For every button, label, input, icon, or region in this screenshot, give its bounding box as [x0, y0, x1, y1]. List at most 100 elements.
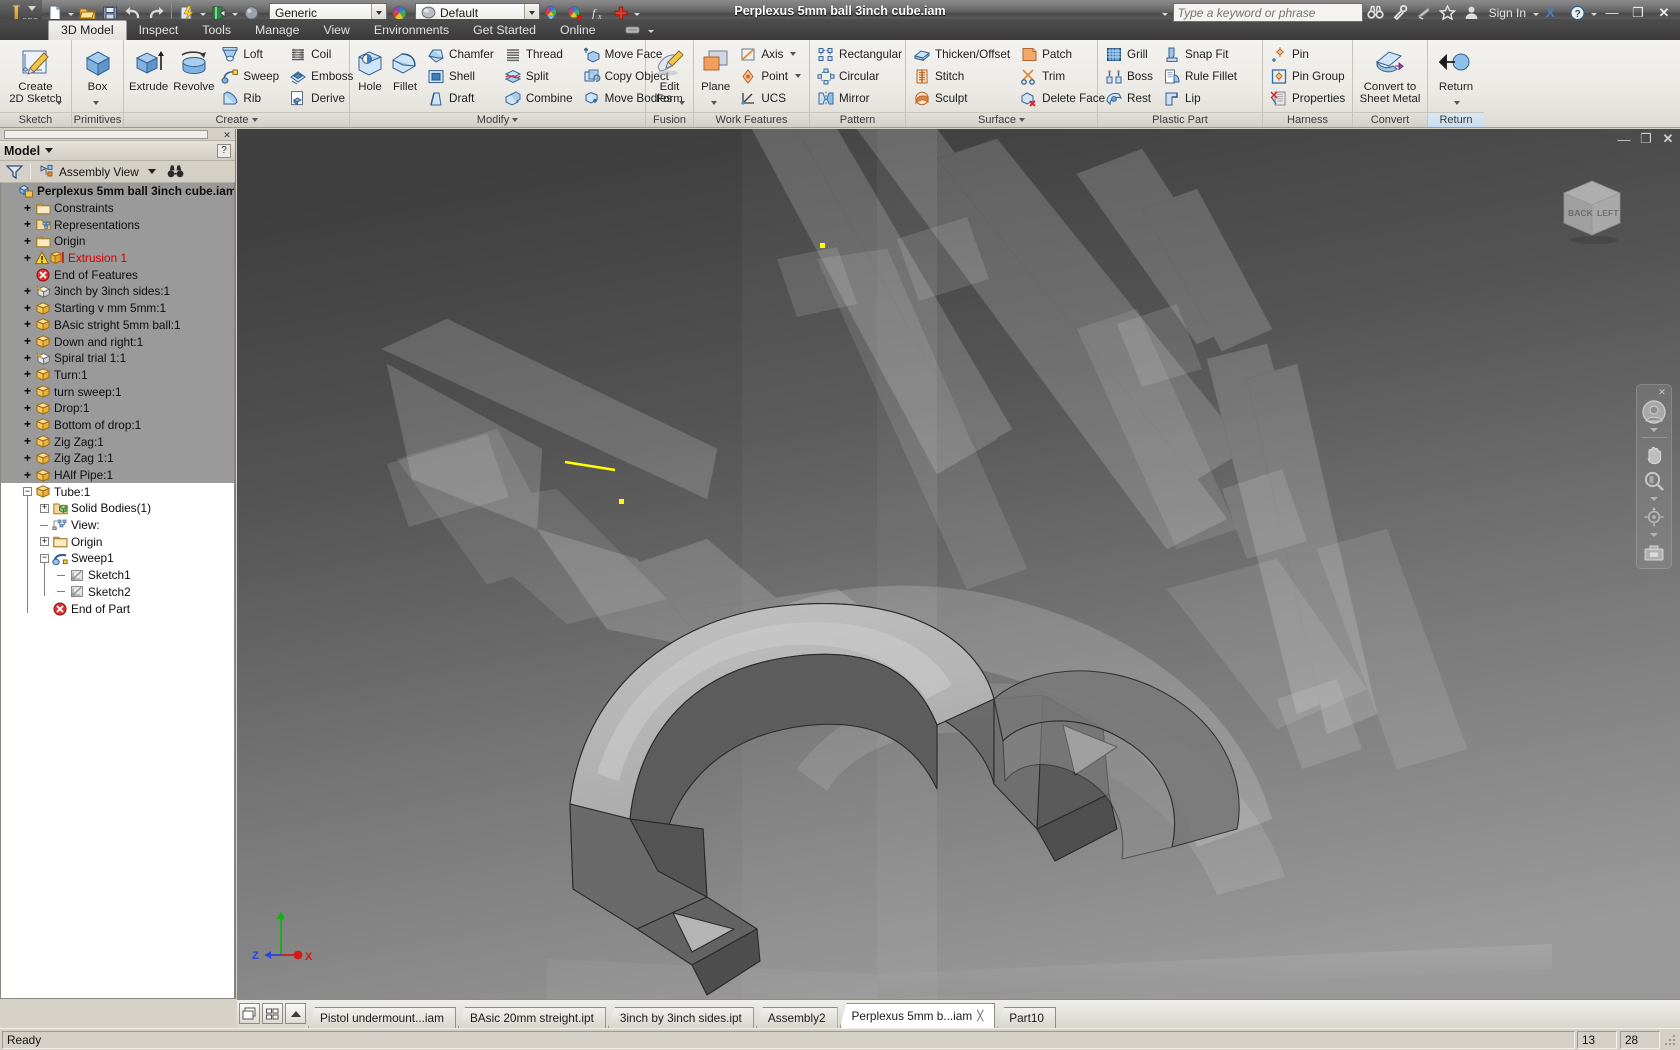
return-button[interactable]: Return [1431, 43, 1481, 109]
gfx-close-button[interactable]: ✕ [1660, 131, 1676, 147]
orbit-dropdown[interactable] [1639, 531, 1669, 539]
tree-item-turn-1[interactable]: + Turn:1 [1, 366, 234, 384]
tree-item-zig-zag-1-1[interactable]: + Zig Zag 1:1 [1, 450, 234, 467]
sweep-button[interactable]: Sweep [217, 65, 284, 87]
lip-button[interactable]: Lip [1159, 87, 1242, 109]
draft-button[interactable]: Draft [423, 87, 499, 109]
pin-button[interactable]: Pin [1266, 43, 1350, 65]
tree-item-tube-1[interactable]: − Tube:1 [1, 483, 234, 500]
sign-in-button[interactable]: Sign In [1485, 6, 1530, 20]
tree-item-solid-bodies-1[interactable]: + Solid Bodies(1) [1, 500, 234, 517]
gfx-minimize-button[interactable]: — [1616, 131, 1632, 147]
help-key-icon[interactable] [1389, 2, 1411, 23]
zoom-dropdown[interactable] [1639, 495, 1669, 503]
work-plane-caret[interactable] [711, 101, 718, 105]
tree-item-sketch1[interactable]: Sketch1 [1, 567, 234, 584]
tree-expand-plus-icon[interactable]: + [22, 218, 33, 230]
harness-properties-button[interactable]: Properties [1266, 87, 1350, 109]
tree-expand-plus-icon[interactable]: + [22, 252, 33, 264]
minimize-window-button[interactable]: — [1600, 2, 1624, 24]
document-tab-pistol[interactable]: Pistol undermount...iam [308, 1007, 456, 1028]
extrude-button[interactable]: Extrude [127, 43, 170, 109]
thicken-offset-button[interactable]: Thicken/Offset [909, 43, 1015, 65]
navbar-close-icon[interactable]: ✕ [1657, 388, 1667, 398]
pin-group-button[interactable]: Pin Group [1266, 65, 1350, 87]
document-tab-perplexus[interactable]: Perplexus 5mm b...iam ╳ [839, 1003, 996, 1028]
box-primitive-button[interactable]: Box [75, 43, 120, 109]
work-axis-button[interactable]: Axis [735, 43, 806, 65]
qat-position-dropdown[interactable] [1161, 2, 1169, 23]
tree-item-perplexus-5mm-ball-3inch-cube-iam[interactable]: Perplexus 5mm ball 3inch cube.iam [1, 183, 234, 200]
gfx-restore-button[interactable]: ❐ [1638, 131, 1654, 147]
rectangular-pattern-button[interactable]: Rectangular [813, 43, 907, 65]
delete-face-button[interactable]: Delete Face [1016, 87, 1110, 109]
arrange-grid-icon[interactable] [262, 1003, 283, 1024]
assembly-view-selector[interactable]: Assembly View [37, 163, 158, 180]
tree-expand-plus-icon[interactable]: + [22, 452, 33, 464]
tree-item-3inch-by-3inch-sides-1[interactable]: +3inch by 3inch sides:1 [1, 283, 234, 300]
search-input[interactable] [1172, 3, 1363, 22]
return-caret[interactable] [1454, 101, 1460, 105]
tree-expand-plus-icon[interactable]: + [22, 368, 33, 380]
scroll-tabs-up-icon[interactable] [285, 1003, 306, 1024]
tree-item-view[interactable]: View: [1, 517, 234, 534]
tab-environments[interactable]: Environments [362, 21, 461, 40]
tab-manage[interactable]: Manage [243, 21, 311, 40]
zoom-magnifier-button[interactable] [1639, 468, 1669, 494]
ribbon-display-dropdown[interactable] [647, 19, 655, 40]
combine-button[interactable]: Combine [500, 87, 578, 109]
tree-item-starting-v-mm-5mm-1[interactable]: + Starting v mm 5mm:1 [1, 299, 234, 317]
thread-button[interactable]: Thread [500, 43, 578, 65]
hole-button[interactable]: Hole [353, 43, 387, 109]
help-icon[interactable]: ? [1566, 2, 1588, 23]
split-button[interactable]: Split [500, 65, 578, 87]
fillet-button[interactable]: Fillet [388, 43, 422, 109]
restore-window-button[interactable]: ❐ [1626, 2, 1650, 24]
resize-grip[interactable] [1663, 1033, 1677, 1047]
document-tab-3inch-sides[interactable]: 3inch by 3inch sides.ipt [607, 1007, 754, 1028]
tree-expand-plus-icon[interactable]: + [22, 302, 33, 314]
tree-expand-plus-icon[interactable]: + [22, 235, 33, 247]
tree-expand-box-plus-icon[interactable]: + [39, 536, 50, 547]
tree-item-sketch2[interactable]: Sketch2 [1, 584, 234, 601]
assembly-view-dropdown-icon[interactable] [147, 169, 156, 174]
document-tab-assembly2[interactable]: Assembly2 [755, 1007, 838, 1028]
coil-button[interactable]: Coil [285, 43, 358, 65]
pan-hand-button[interactable] [1639, 441, 1669, 467]
favorites-star-icon[interactable] [1437, 2, 1459, 23]
edit-form-button[interactable]: Edit Form [649, 43, 690, 109]
work-point-caret[interactable] [795, 74, 801, 78]
browser-horizontal-scrollbar[interactable]: ✕ [0, 129, 235, 141]
tree-expand-plus-icon[interactable]: + [22, 469, 33, 481]
tree-item-representations[interactable]: + Representations [1, 216, 234, 234]
orbit-button[interactable] [1639, 504, 1669, 530]
rule-fillet-button[interactable]: Rule Fillet [1159, 65, 1242, 87]
circular-pattern-button[interactable]: Circular [813, 65, 907, 87]
tree-item-origin[interactable]: + Origin [1, 233, 234, 250]
search-binoculars-icon[interactable] [1365, 2, 1387, 23]
tree-expand-plus-icon[interactable]: + [22, 352, 33, 364]
tab-tools[interactable]: Tools [190, 21, 243, 40]
document-tab-basic-20mm[interactable]: BAsic 20mm streight.ipt [457, 1007, 606, 1028]
work-plane-button[interactable]: Plane [697, 43, 734, 109]
emboss-button[interactable]: Emboss [285, 65, 358, 87]
graphics-window[interactable]: — ❐ ✕ BACK LEFT ✕ Z X [237, 129, 1680, 999]
tree-item-origin[interactable]: + Origin [1, 533, 234, 550]
work-point-button[interactable]: Point [735, 65, 806, 87]
close-window-button[interactable]: ✕ [1652, 2, 1676, 24]
create-2d-sketch-button[interactable]: Create 2D Sketch [5, 43, 67, 109]
find-binoculars-icon[interactable] [165, 163, 187, 181]
tree-expand-plus-icon[interactable]: + [22, 335, 33, 347]
work-axis-caret[interactable] [790, 52, 797, 56]
steering-wheel-button[interactable] [1639, 399, 1669, 425]
loft-button[interactable]: Loft [217, 43, 284, 65]
create-dialog-launcher[interactable] [251, 118, 258, 123]
view-cube[interactable]: BACK LEFT [1552, 167, 1632, 247]
browser-scroll-thumb[interactable] [4, 130, 208, 139]
sign-in-dropdown[interactable] [1532, 2, 1540, 23]
tree-item-drop-1[interactable]: + Drop:1 [1, 399, 234, 417]
patch-button[interactable]: Patch [1016, 43, 1110, 65]
tree-expand-plus-icon[interactable]: + [22, 285, 33, 297]
tree-item-extrusion-1[interactable]: + Extrusion 1 [1, 249, 234, 267]
tab-view[interactable]: View [311, 21, 361, 40]
